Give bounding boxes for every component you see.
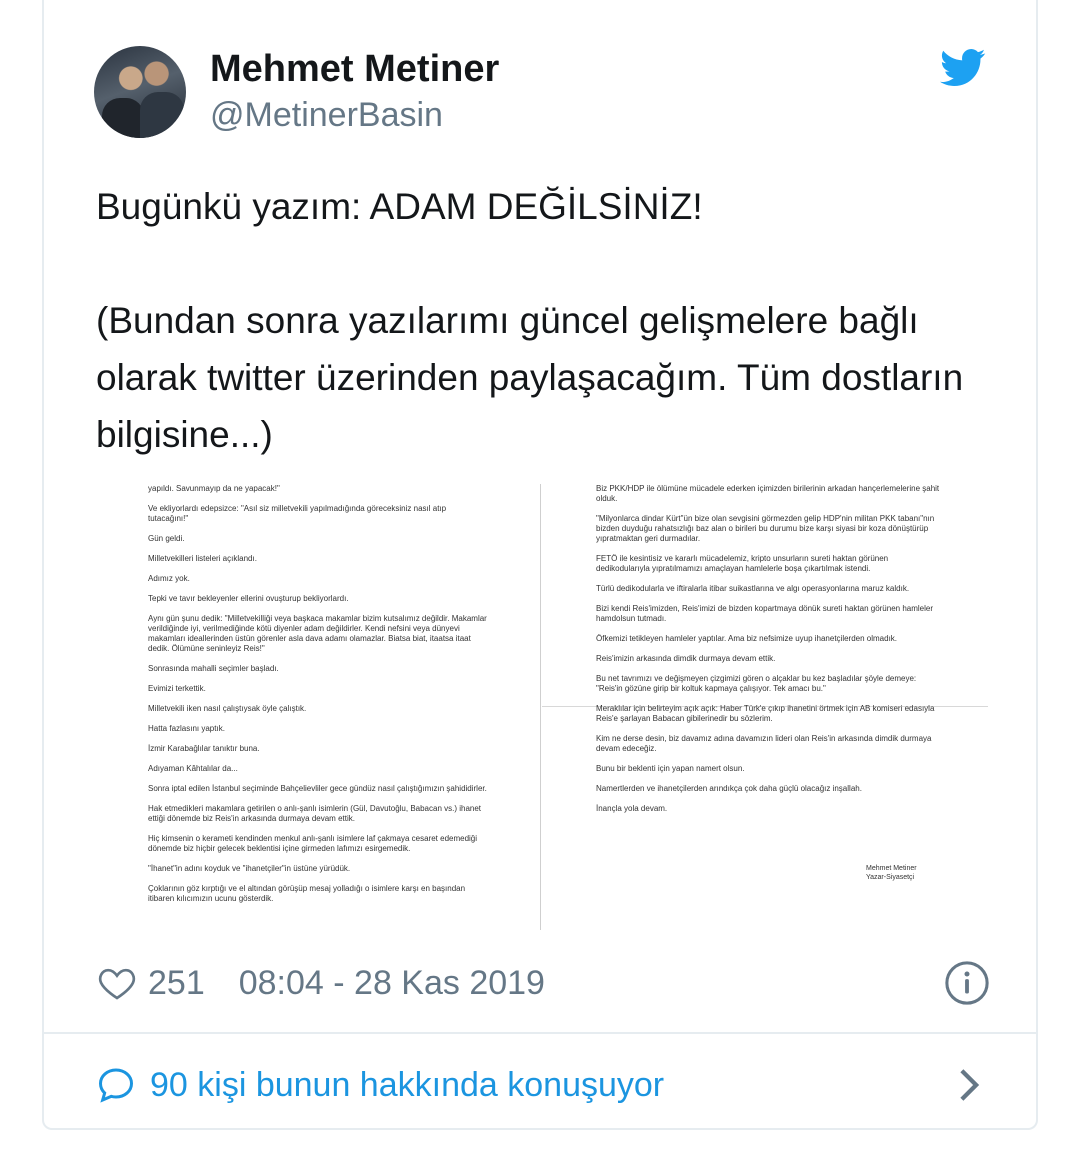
article-paragraph: Sonrasında mahalli seçimler başladı. xyxy=(148,664,279,673)
chevron-right-icon[interactable] xyxy=(954,1066,984,1104)
info-icon[interactable] xyxy=(944,960,990,1006)
user-name[interactable]: Mehmet Metiner xyxy=(210,48,499,91)
article-paragraph: Milletvekilleri listeleri açıklandı. xyxy=(148,554,257,563)
article-paragraph: Bunu bir beklenti için yapan namert olsu… xyxy=(596,764,745,773)
article-paragraph: Namertlerden ve ihanetçilerden arındıkça… xyxy=(596,784,862,793)
chat-bubble-icon xyxy=(98,1068,134,1103)
article-paragraph: Evimizi terkettik. xyxy=(148,684,206,693)
footer-divider xyxy=(44,1032,1036,1034)
tweet-footer: 251 08:04 - 28 Kas 2019 xyxy=(96,956,990,1010)
conversation-label[interactable]: 90 kişi bunun hakkında konuşuyor xyxy=(150,1066,664,1105)
article-paragraph: Çoklarının göz kırptığı ve el altından g… xyxy=(148,884,466,903)
article-paragraph: Meraklılar için belirteyim açık açık: Ha… xyxy=(596,704,935,723)
article-paragraph: Sonra iptal edilen İstanbul seçiminde Ba… xyxy=(148,784,487,793)
article-paragraph: İnançla yola devam. xyxy=(596,804,668,813)
article-paragraph: Öfkemizi tetikleyen hamleler yaptılar. A… xyxy=(596,634,898,643)
article-paragraph: Milletvekili iken nasıl çalıştıysak öyle… xyxy=(148,704,307,713)
article-paragraph: Kim ne derse desin, biz davamız adına da… xyxy=(596,734,932,753)
article-signature: Mehmet Metiner Yazar-Siyasetçi xyxy=(866,864,917,882)
article-paragraph: Bizi kendi Reis'imizden, Reis'imizi de b… xyxy=(596,604,933,623)
tweet-timestamp[interactable]: 08:04 - 28 Kas 2019 xyxy=(239,964,545,1003)
article-paragraph: Türlü dedikodularla ve iftiralarla itiba… xyxy=(596,584,910,593)
article-paragraph: Adımız yok. xyxy=(148,574,190,583)
user-handle[interactable]: @MetinerBasin xyxy=(210,96,443,135)
article-paragraph: Ve ekliyorlardı edepsizce: "Asıl siz mil… xyxy=(148,504,447,523)
article-paragraph: Bu net tavrımızı ve değişmeyen çizgimizi… xyxy=(596,674,917,693)
signature-title: Yazar-Siyasetçi xyxy=(866,874,915,881)
heart-icon[interactable] xyxy=(96,963,138,1003)
article-paragraph: yapıldı. Savunmayıp da ne yapacak!" xyxy=(148,484,280,493)
article-paragraph: Hak etmedikleri makamlara getirilen o an… xyxy=(148,804,482,823)
avatar[interactable] xyxy=(94,46,186,138)
article-paragraph: Aynı gün şunu dedik: "Milletvekilliği ve… xyxy=(148,614,487,653)
signature-name: Mehmet Metiner xyxy=(866,865,917,872)
article-paragraph: Adıyaman Kâhtalılar da... xyxy=(148,764,238,773)
twitter-bird-icon[interactable] xyxy=(940,48,986,88)
article-paragraph: FETÖ ile kesintisiz ve kararlı mücadelem… xyxy=(596,554,889,573)
article-image[interactable]: yapıldı. Savunmayıp da ne yapacak!" Ve ek… xyxy=(96,476,988,934)
like-count: 251 xyxy=(148,963,205,1002)
article-left-column: yapıldı. Savunmayıp da ne yapacak!" Ve ek… xyxy=(148,484,488,914)
article-paragraph: Gün geldi. xyxy=(148,534,185,543)
column-divider xyxy=(540,484,541,930)
article-paragraph: İzmir Karabağlılar tanıktır buna. xyxy=(148,744,260,753)
tweet-text: Bugünkü yazım: ADAM DEĞİLSİNİZ! (Bundan … xyxy=(96,186,964,455)
article-paragraph: Biz PKK/HDP ile ölümüne mücadele ederken… xyxy=(596,484,940,503)
article-paragraph: Tepki ve tavır bekleyenler ellerini ovuş… xyxy=(148,594,349,603)
conversation-link[interactable]: 90 kişi bunun hakkında konuşuyor xyxy=(96,1058,984,1112)
article-paragraph: "İhanet"in adını koyduk ve "ihanetçiler"… xyxy=(148,864,351,873)
article-right-column: Biz PKK/HDP ile ölümüne mücadele ederken… xyxy=(596,484,941,824)
article-paragraph: Hiç kimsenin o kerameti kendinden menkul… xyxy=(148,834,478,853)
article-paragraph: Reis'imizin arkasında dimdik durmaya dev… xyxy=(596,654,776,663)
article-paragraph: "Milyonlarca dindar Kürt"ün bize olan se… xyxy=(596,514,935,543)
article-paragraph: Hatta fazlasını yaptık. xyxy=(148,724,225,733)
